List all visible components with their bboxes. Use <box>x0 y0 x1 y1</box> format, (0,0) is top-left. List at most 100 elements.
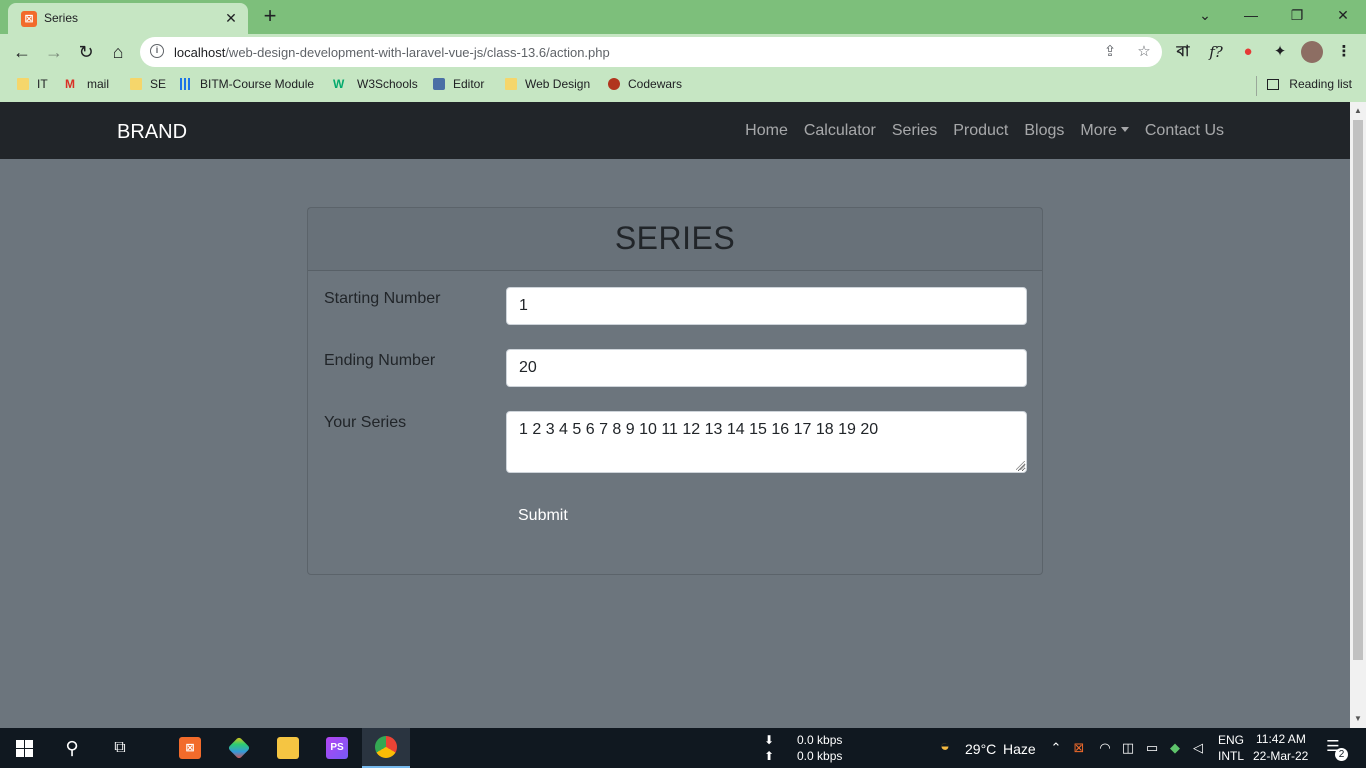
xampp-icon: ⊠ <box>179 737 201 759</box>
xampp-tray-icon[interactable]: ⊠ <box>1071 740 1087 756</box>
file-explorer-taskbar-icon[interactable] <box>264 728 312 768</box>
search-icon[interactable]: ⚲ <box>48 728 96 768</box>
nav-calculator[interactable]: Calculator <box>804 122 876 140</box>
bookmark-w3schools[interactable]: W W3Schools <box>333 77 418 91</box>
windows-taskbar: ⚲ ⧉ ⊠ PS ⬇ ⬆ 0.0 kbps 0.0 kbps ◒ 29°C Ha… <box>0 728 1366 768</box>
close-tab-icon[interactable]: ✕ <box>222 9 240 27</box>
series-output-textarea[interactable]: 1 2 3 4 5 6 7 8 9 10 11 12 13 14 15 16 1… <box>506 411 1027 473</box>
bookmark-bitm-course-module[interactable]: BITM-Course Module <box>180 77 314 91</box>
battery-icon[interactable]: ▭ <box>1144 740 1160 756</box>
formula-extension-icon[interactable]: f? <box>1205 41 1227 63</box>
color-picker-extension-icon[interactable]: ● <box>1237 41 1259 63</box>
folder-icon <box>17 78 29 90</box>
task-view-icon[interactable]: ⧉ <box>96 728 144 768</box>
phpstorm-taskbar-icon[interactable]: PS <box>313 728 361 768</box>
url-text: localhost/web-design-development-with-la… <box>174 45 610 60</box>
browser-tab[interactable]: ⊠ Series ✕ <box>8 3 248 34</box>
nav-more-dropdown[interactable]: More <box>1080 122 1129 140</box>
security-shield-icon[interactable]: ◆ <box>1167 740 1183 756</box>
bookmark-codewars[interactable]: Codewars <box>608 77 682 91</box>
meet-now-icon[interactable]: ◫ <box>1120 740 1136 756</box>
reading-list-icon <box>1267 78 1280 90</box>
minimize-icon[interactable]: — <box>1237 4 1265 26</box>
reading-list[interactable]: Reading list <box>1267 77 1352 91</box>
page-scrollbar[interactable]: ▲ ▼ <box>1350 102 1366 728</box>
site-info-icon[interactable]: i <box>150 44 164 58</box>
ending-number-input[interactable] <box>506 349 1027 387</box>
close-window-icon[interactable]: ✕ <box>1329 4 1357 26</box>
chrome-icon <box>375 736 397 758</box>
weather-description[interactable]: Haze <box>1003 741 1036 757</box>
nav-home[interactable]: Home <box>745 122 788 140</box>
scrollbar-thumb[interactable] <box>1353 120 1363 660</box>
site-navbar: BRAND Home Calculator Series Product Blo… <box>0 102 1350 159</box>
codewars-icon <box>608 78 620 90</box>
input-language[interactable]: ENG <box>1218 733 1244 747</box>
scroll-up-arrow-icon[interactable]: ▲ <box>1353 106 1363 116</box>
bookmark-se[interactable]: SE <box>130 77 166 91</box>
address-bar[interactable]: i localhost/web-design-development-with-… <box>140 37 1162 67</box>
tab-title: Series <box>44 11 79 25</box>
your-series-label: Your Series <box>324 414 407 431</box>
folder-icon <box>505 78 517 90</box>
profile-avatar[interactable] <box>1301 41 1323 63</box>
starting-number-label: Starting Number <box>324 290 441 307</box>
upload-arrow-icon: ⬆ <box>763 749 775 763</box>
git-icon <box>227 736 251 760</box>
net-download-speed: 0.0 kbps <box>797 733 843 747</box>
share-icon[interactable]: ⇪ <box>1100 42 1120 62</box>
bookmarks-bar: IT Mmail SE BITM-Course Module W W3School… <box>0 70 1366 102</box>
input-layout[interactable]: INTL <box>1218 749 1244 763</box>
xampp-icon: ⊠ <box>21 11 37 27</box>
brand-logo[interactable]: BRAND <box>117 121 187 144</box>
bitm-icon <box>180 78 192 90</box>
caret-down-icon <box>1120 127 1129 132</box>
tab-search-icon[interactable]: ⌄ <box>1191 4 1219 26</box>
card-header: SERIES <box>308 208 1042 271</box>
editor-icon <box>433 78 445 90</box>
xampp-taskbar-icon[interactable]: ⊠ <box>166 728 214 768</box>
home-icon[interactable]: ⌂ <box>106 40 130 64</box>
browser-tab-strip: ⊠ Series ✕ + ⌄ — ❐ ✕ <box>0 0 1366 34</box>
textarea-resize-handle[interactable] <box>1016 461 1025 470</box>
nav-series[interactable]: Series <box>892 122 937 140</box>
show-hidden-icons-chevron-icon[interactable]: ⌃ <box>1048 740 1064 756</box>
weather-temperature[interactable]: 29°C <box>965 741 996 757</box>
weather-haze-icon[interactable]: ◒ <box>935 739 955 757</box>
bangla-extension-icon[interactable]: বা <box>1172 41 1194 63</box>
git-taskbar-icon[interactable] <box>215 728 263 768</box>
restore-icon[interactable]: ❐ <box>1283 4 1311 26</box>
bookmarks-separator <box>1256 76 1257 96</box>
folder-icon <box>277 737 299 759</box>
bookmark-star-icon[interactable]: ☆ <box>1134 42 1154 62</box>
starting-number-input[interactable] <box>506 287 1027 325</box>
net-upload-speed: 0.0 kbps <box>797 749 843 763</box>
bookmark-mail[interactable]: Mmail <box>65 77 109 91</box>
clock-date[interactable]: 22-Mar-22 <box>1253 749 1308 763</box>
bookmark-web-design[interactable]: Web Design <box>505 77 590 91</box>
clock-time[interactable]: 11:42 AM <box>1256 732 1306 746</box>
ending-number-label: Ending Number <box>324 352 436 369</box>
windows-start-icon[interactable] <box>0 728 48 768</box>
w3schools-icon: W <box>333 77 345 91</box>
chrome-menu-icon[interactable]: ⋮ <box>1333 41 1355 63</box>
reload-icon[interactable]: ↻ <box>74 40 98 64</box>
volume-icon[interactable]: ◁ <box>1190 740 1206 756</box>
nav-blogs[interactable]: Blogs <box>1024 122 1064 140</box>
new-tab-icon[interactable]: + <box>258 5 282 29</box>
network-icon[interactable]: ◠ <box>1097 740 1113 756</box>
chrome-taskbar-icon[interactable] <box>362 728 410 768</box>
submit-button[interactable]: Submit <box>506 497 580 535</box>
back-icon[interactable]: ← <box>10 40 34 64</box>
extensions-puzzle-icon[interactable]: ✦ <box>1269 41 1291 63</box>
bookmark-it[interactable]: IT <box>17 77 48 91</box>
scroll-down-arrow-icon[interactable]: ▼ <box>1353 714 1363 724</box>
windows-logo <box>15 739 33 757</box>
forward-icon[interactable]: → <box>42 40 66 64</box>
nav-contact-us[interactable]: Contact Us <box>1145 122 1224 140</box>
series-card: SERIES Starting Number Ending Number You… <box>307 207 1043 575</box>
browser-toolbar: ← → ↻ ⌂ i localhost/web-design-developme… <box>0 34 1366 70</box>
folder-icon <box>130 78 142 90</box>
nav-product[interactable]: Product <box>953 122 1008 140</box>
bookmark-editor[interactable]: Editor <box>433 77 484 91</box>
